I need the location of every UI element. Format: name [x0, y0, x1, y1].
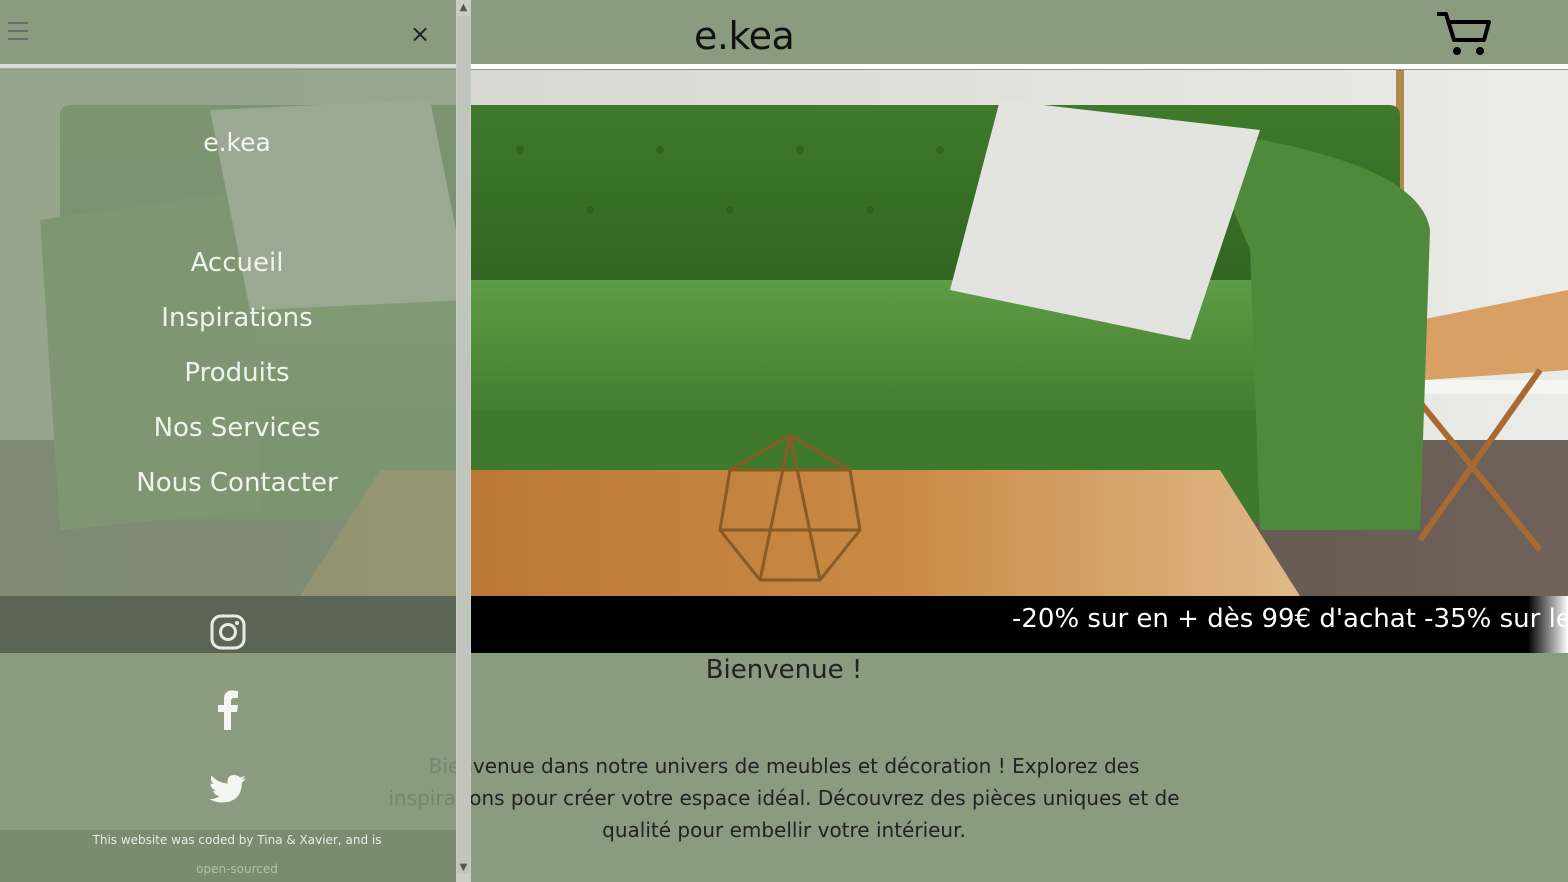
cart-icon[interactable] [1434, 8, 1494, 58]
nav-item-produits[interactable]: Produits [0, 353, 474, 408]
brand-logo[interactable]: e.kea [694, 14, 795, 58]
side-menu-scrollbar[interactable]: ▲ ▼ [456, 0, 471, 882]
side-menu-divider [0, 64, 456, 68]
welcome-text: Bienvenue dans notre univers de meubles … [388, 754, 1180, 842]
nav-item-services[interactable]: Nos Services [0, 408, 474, 463]
footer-open-source-link[interactable]: open-sourced [0, 862, 474, 876]
side-menu-nav: Accueil Inspirations Produits Nos Servic… [0, 243, 474, 518]
nav-item-contact[interactable]: Nous Contacter [0, 463, 474, 518]
banner-fade [1528, 596, 1568, 653]
scroll-up-arrow-icon[interactable]: ▲ [456, 0, 471, 16]
side-menu-header [0, 0, 456, 66]
facebook-icon[interactable] [208, 690, 248, 730]
side-menu-brand[interactable]: e.kea [0, 128, 474, 157]
nav-item-accueil[interactable]: Accueil [0, 243, 474, 298]
instagram-icon[interactable] [208, 612, 248, 652]
promo-banner-text: -20% sur en + dès 99€ d'achat -35% sur l… [1012, 604, 1568, 634]
side-menu: × e.kea Accueil Inspirations Produits No… [0, 0, 456, 882]
scroll-thumb[interactable] [457, 16, 470, 874]
footer-credit-text: This website was coded by Tina & Xavier,… [92, 833, 382, 847]
nav-item-inspirations[interactable]: Inspirations [0, 298, 474, 353]
scroll-down-arrow-icon[interactable]: ▼ [456, 860, 471, 876]
twitter-icon[interactable] [208, 770, 248, 810]
close-menu-button[interactable]: × [410, 20, 430, 48]
hamburger-icon[interactable] [8, 22, 28, 44]
